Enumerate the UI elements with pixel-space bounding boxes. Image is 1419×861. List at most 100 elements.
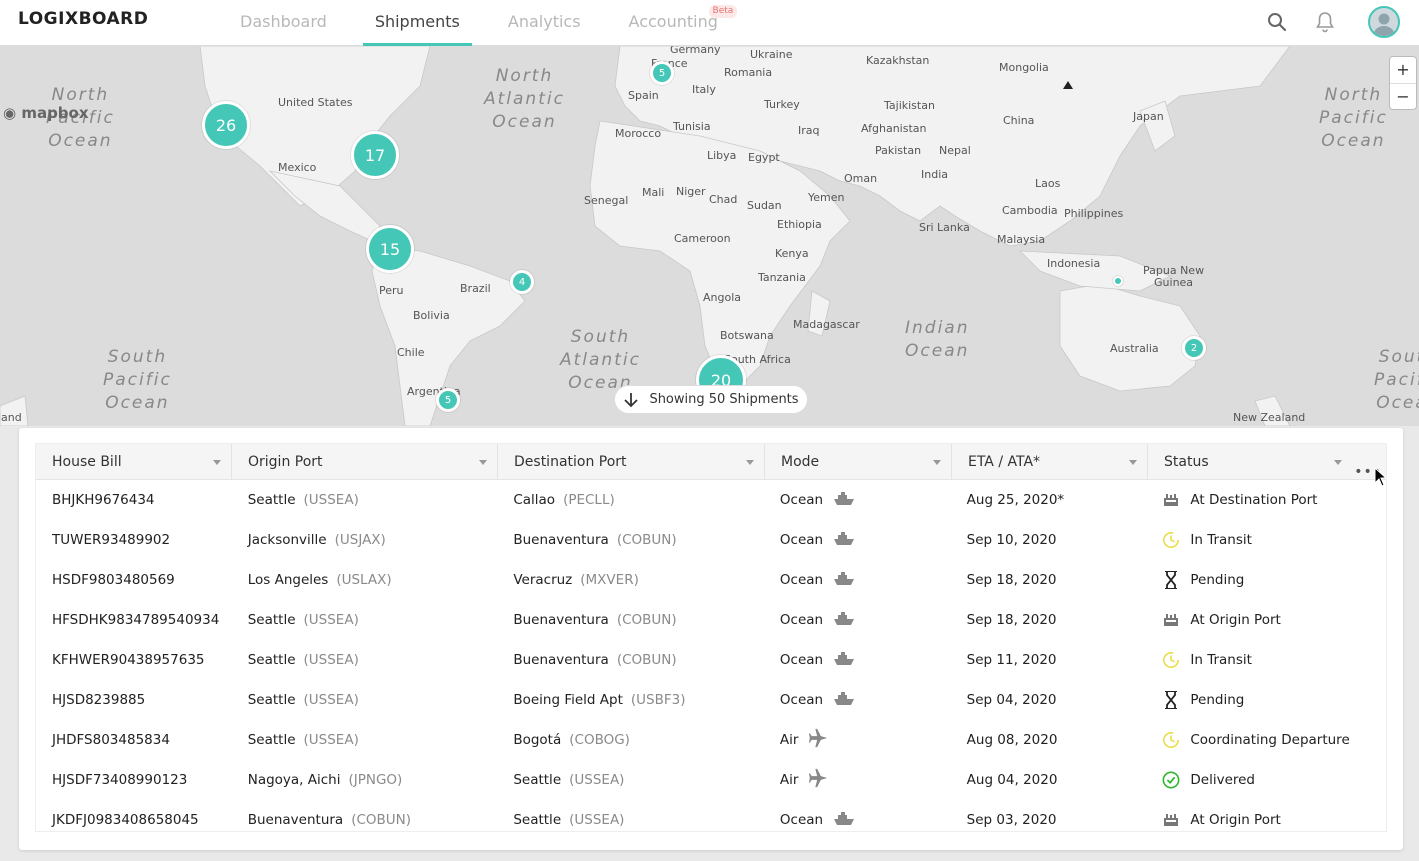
column-header-status[interactable]: Status ••• bbox=[1148, 444, 1386, 480]
destination-port-cell: Boeing Field Apt (USBF3) bbox=[497, 692, 764, 708]
house-bill-value[interactable]: BHJKH9676434 bbox=[52, 492, 155, 508]
column-header-eta[interactable]: ETA / ATA* bbox=[952, 444, 1148, 480]
nav-shipments[interactable]: Shipments bbox=[362, 0, 472, 46]
shipment-cluster[interactable]: 15 bbox=[366, 225, 414, 273]
origin-port-name: Seattle bbox=[247, 612, 296, 628]
zoom-control: + − bbox=[1390, 57, 1416, 109]
status-cell: Pending bbox=[1146, 691, 1386, 709]
column-header-mode[interactable]: Mode bbox=[765, 444, 952, 480]
mode-cell: Air bbox=[764, 767, 951, 793]
map-label: Mexico bbox=[278, 161, 317, 174]
house-bill-value[interactable]: HSDF9803480569 bbox=[52, 572, 175, 588]
status-label: In Transit bbox=[1190, 652, 1252, 668]
mode-label: Ocean bbox=[779, 612, 824, 628]
sort-caret-icon[interactable] bbox=[1334, 460, 1342, 465]
table-row[interactable]: HJSDF73408990123 Nagoya, Aichi (JPNGO) Seat… bbox=[36, 760, 1386, 800]
sort-caret-icon[interactable] bbox=[1129, 460, 1137, 465]
zoom-in-button[interactable]: + bbox=[1390, 57, 1416, 83]
mode-label: Ocean bbox=[779, 572, 824, 588]
house-bill-cell: KFHWER90438957635 bbox=[36, 652, 232, 668]
house-bill-value[interactable]: HJSD8239885 bbox=[52, 692, 145, 708]
shipment-cluster[interactable]: 26 bbox=[202, 101, 250, 149]
ship-icon bbox=[833, 650, 855, 670]
column-header-origin-port[interactable]: Origin Port bbox=[232, 444, 498, 480]
column-header-destination-port[interactable]: Destination Port bbox=[498, 444, 765, 480]
house-bill-value[interactable]: JHDFS803485834 bbox=[52, 732, 170, 748]
table-row[interactable]: TUWER93489902 Jacksonville (USJAX) Buenaven… bbox=[36, 520, 1386, 560]
destination-port-name: Bogotá bbox=[513, 732, 562, 748]
house-bill-cell: TUWER93489902 bbox=[36, 532, 232, 548]
sort-caret-icon[interactable] bbox=[933, 460, 941, 465]
sort-caret-icon[interactable] bbox=[479, 460, 487, 465]
eta-value: Aug 04, 2020 bbox=[966, 772, 1058, 788]
ship-icon bbox=[833, 690, 855, 710]
sort-caret-icon[interactable] bbox=[213, 460, 221, 465]
bell-icon[interactable] bbox=[1313, 10, 1337, 34]
table-row[interactable]: HSDF9803480569 Los Angeles (USLAX) Veracruz… bbox=[36, 560, 1386, 600]
map-label: Kazakhstan bbox=[866, 54, 930, 67]
table-row[interactable]: KFHWER90438957635 Seattle (USSEA) Buenavent… bbox=[36, 640, 1386, 680]
ship-icon bbox=[833, 490, 855, 510]
destination-port-cell: Seattle (USSEA) bbox=[497, 812, 764, 828]
house-bill-cell: BHJKH9676434 bbox=[36, 492, 232, 508]
mapbox-logo[interactable]: ◉ mapbox bbox=[3, 104, 89, 122]
origin-port-code: (USSEA) bbox=[303, 612, 359, 628]
house-bill-value[interactable]: JKDFJ0983408658045 bbox=[52, 812, 199, 828]
map-label: United States bbox=[278, 96, 353, 109]
map-label: Italy bbox=[692, 83, 716, 96]
destination-port-name: Buenaventura bbox=[513, 612, 609, 628]
map-label: Niger bbox=[676, 185, 706, 198]
nav-analytics[interactable]: Analytics bbox=[508, 0, 581, 46]
map-label: Cambodia bbox=[1002, 204, 1058, 217]
table-row[interactable]: HJSD8239885 Seattle (USSEA) Boeing Field Ap… bbox=[36, 680, 1386, 720]
ship-icon bbox=[833, 610, 855, 630]
column-header-house-bill[interactable]: House Bill bbox=[36, 444, 232, 480]
origin-port-cell: Nagoya, Aichi (JPNGO) bbox=[232, 772, 498, 788]
house-bill-value[interactable]: TUWER93489902 bbox=[52, 532, 170, 548]
shipment-marker[interactable] bbox=[1113, 276, 1123, 286]
house-bill-value[interactable]: KFHWER90438957635 bbox=[52, 652, 205, 668]
logixboard-logo[interactable]: LOGIXBOARD bbox=[18, 9, 148, 29]
destination-port-name: Buenaventura bbox=[513, 532, 609, 548]
table-row[interactable]: HFSDHK9834789540934 Seattle (USSEA) Buenave… bbox=[36, 600, 1386, 640]
origin-port-name: Seattle bbox=[247, 732, 296, 748]
column-header-label: House Bill bbox=[52, 454, 122, 470]
shipment-cluster[interactable]: 4 bbox=[510, 270, 534, 294]
mode-cell: Ocean bbox=[764, 570, 951, 590]
table-body: BHJKH9676434 Seattle (USSEA) Callao (PECLL) O… bbox=[36, 480, 1386, 831]
mode-label: Ocean bbox=[779, 812, 824, 828]
avatar[interactable] bbox=[1368, 6, 1400, 38]
map-label: Romania bbox=[724, 66, 773, 79]
status-cell: Coordinating Departure bbox=[1146, 731, 1386, 749]
house-bill-value[interactable]: HJSDF73408990123 bbox=[52, 772, 187, 788]
column-header-label: Destination Port bbox=[514, 454, 627, 470]
house-bill-value[interactable]: HFSDHK9834789540934 bbox=[52, 612, 219, 628]
zoom-out-button[interactable]: − bbox=[1390, 83, 1416, 109]
map-label: Bolivia bbox=[413, 309, 450, 322]
shipment-cluster[interactable]: 2 bbox=[1182, 336, 1206, 360]
destination-port-code: (MXVER) bbox=[580, 572, 639, 588]
table-row[interactable]: BHJKH9676434 Seattle (USSEA) Callao (PECLL) O… bbox=[36, 480, 1386, 520]
sort-caret-icon[interactable] bbox=[746, 460, 754, 465]
status-label: Pending bbox=[1190, 572, 1245, 588]
origin-port-cell: Los Angeles (USLAX) bbox=[232, 572, 498, 588]
table-row[interactable]: JKDFJ0983408658045 Buenaventura (COBUN) Sea… bbox=[36, 800, 1386, 831]
shipment-cluster[interactable]: 17 bbox=[351, 131, 399, 179]
eta-cell: Sep 03, 2020 bbox=[951, 812, 1147, 828]
nav-dashboard[interactable]: Dashboard bbox=[240, 0, 327, 46]
shipment-cluster[interactable]: 5 bbox=[650, 61, 674, 85]
status-label: At Origin Port bbox=[1190, 612, 1281, 628]
eta-cell: Sep 04, 2020 bbox=[951, 692, 1147, 708]
nav-accounting[interactable]: Accounting Beta bbox=[629, 0, 738, 46]
showing-shipments-button[interactable]: Showing 50 Shipments bbox=[614, 385, 808, 414]
destination-port-cell: Buenaventura (COBUN) bbox=[497, 612, 764, 628]
column-header-label: ETA / ATA* bbox=[968, 454, 1041, 470]
search-icon[interactable] bbox=[1265, 10, 1289, 34]
port-icon bbox=[1162, 811, 1180, 829]
table-row[interactable]: JHDFS803485834 Seattle (USSEA) Bogotá (COBOG… bbox=[36, 720, 1386, 760]
shipment-cluster[interactable]: 5 bbox=[436, 388, 460, 412]
shipments-map[interactable]: ◉ mapbox North Pacific Ocean North Atlan… bbox=[0, 46, 1419, 426]
map-label: China bbox=[1003, 114, 1035, 127]
map-label: Sudan bbox=[747, 199, 782, 212]
origin-port-cell: Seattle (USSEA) bbox=[232, 612, 498, 628]
